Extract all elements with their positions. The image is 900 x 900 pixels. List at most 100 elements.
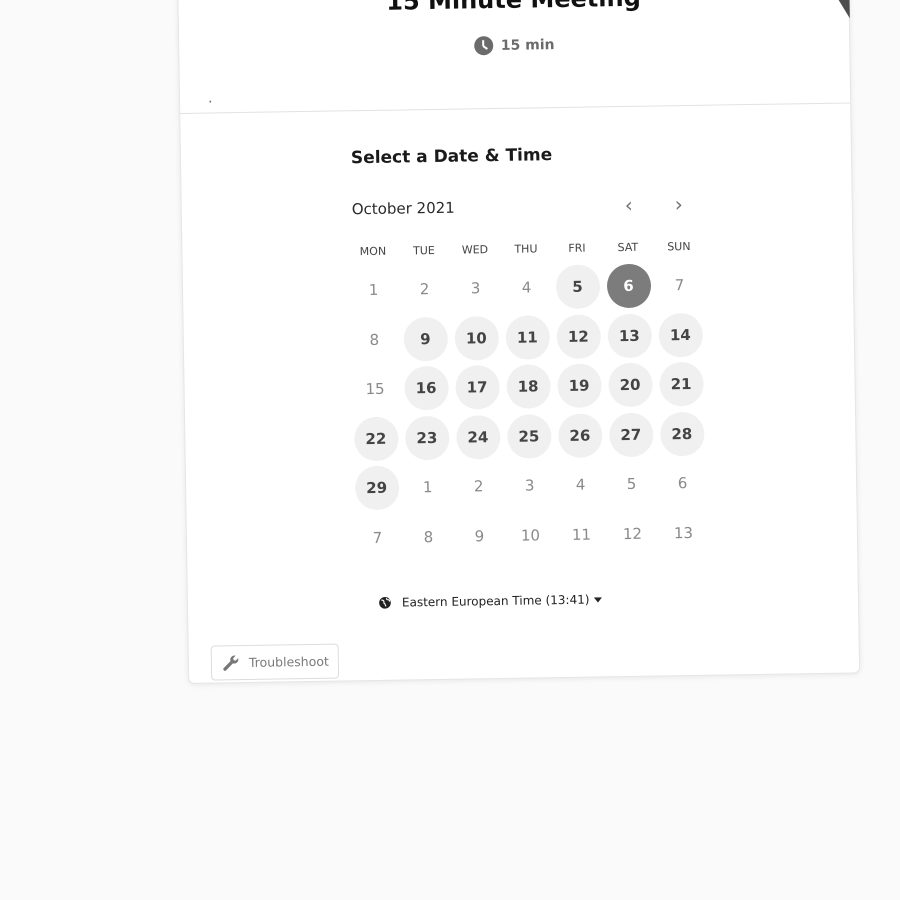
available-day-button[interactable]: 21 [658, 361, 704, 407]
calendar-cell: 17 [451, 364, 503, 415]
available-day-button[interactable]: 9 [402, 316, 448, 361]
available-day-button[interactable]: 26 [557, 412, 603, 458]
calendar-cell: 6 [603, 263, 655, 314]
troubleshoot-label: Troubleshoot [248, 653, 329, 670]
calendar-cell: 22 [350, 416, 402, 466]
available-day-button[interactable]: 18 [505, 364, 551, 409]
troubleshoot-button[interactable]: Troubleshoot [210, 643, 340, 681]
available-day-button[interactable]: 20 [607, 362, 653, 408]
available-day-button[interactable]: 12 [555, 313, 601, 359]
weekday-tue: TUE [412, 243, 435, 258]
unavailable-day: 5 [626, 474, 637, 493]
weekday-sun: SUN [667, 239, 691, 254]
timezone-selector[interactable]: Eastern European Time (13:41) [378, 592, 602, 610]
booking-card: 15 Minute Meeting 15 min . Select a Date… [177, 0, 861, 684]
unavailable-day: 3 [470, 279, 481, 298]
calendar-cell: 3 [450, 266, 502, 316]
available-day-button[interactable]: 11 [504, 314, 550, 360]
available-day-button[interactable]: 10 [453, 315, 499, 361]
unavailable-day: 7 [372, 528, 383, 547]
unavailable-day: 11 [571, 525, 592, 544]
available-day-button[interactable]: 25 [506, 413, 552, 459]
globe-icon [379, 596, 391, 609]
wrench-icon [223, 655, 239, 671]
unavailable-day: 15 [365, 379, 385, 399]
calendar-cell: 15 [349, 367, 401, 417]
unavailable-day: 6 [677, 474, 688, 493]
divider [180, 102, 851, 114]
calendar-cell: 13 [603, 313, 655, 363]
calendar-cell: 18 [502, 364, 554, 414]
calendar-cell: 9 [399, 316, 451, 366]
calendar-cell: 3 [504, 463, 556, 513]
weekday-mon: MON [359, 244, 387, 259]
calendar-cell: 20 [604, 362, 656, 413]
calendar-cell: 9 [454, 513, 506, 563]
calendar-cell: 29 [351, 465, 403, 516]
weekday-header: MON TUE WED THU FRI SAT SUN [347, 240, 704, 259]
unavailable-day: 2 [473, 477, 484, 496]
available-day-button[interactable]: 14 [657, 312, 703, 357]
unavailable-day: 8 [369, 330, 380, 349]
calendar-cell: 16 [400, 365, 452, 416]
calendar-cell: 19 [553, 363, 605, 413]
calendar-cell: 27 [605, 412, 657, 462]
chevron-left-icon[interactable]: ‹ [616, 192, 642, 218]
calendar-cell: 4 [555, 462, 607, 512]
weekday-sat: SAT [617, 240, 639, 255]
unavailable-day: 7 [674, 276, 685, 295]
unavailable-day: 3 [524, 476, 535, 495]
calendar-cell: 2 [399, 267, 451, 317]
calendar-cell: 5 [552, 264, 604, 314]
selected-day-button[interactable]: 6 [606, 263, 651, 309]
available-day-button[interactable]: 24 [455, 414, 501, 460]
calendar-cell: 12 [607, 511, 659, 561]
calendar-cell: 23 [401, 415, 453, 465]
calendar-cell: 11 [501, 314, 553, 365]
clock-icon [473, 36, 494, 56]
chevron-right-icon[interactable]: › [666, 191, 692, 217]
calendar-cell: 8 [348, 317, 400, 367]
unavailable-day: 4 [521, 278, 532, 297]
event-duration: 15 min [179, 30, 849, 60]
unavailable-day: 2 [419, 280, 430, 299]
calendar-grid: 1 2 3 4 5 6 7 8 9 10 11 12 13 14 15 16 17 18 19 20 21 22 23 24 2… [348, 263, 710, 566]
weekday-thu: THU [514, 242, 538, 256]
available-day-button[interactable]: 22 [353, 416, 399, 461]
caret-down-icon [593, 597, 602, 603]
available-day-button[interactable]: 23 [404, 415, 450, 460]
unavailable-day: 9 [474, 526, 485, 545]
calendar-cell: 7 [654, 263, 706, 313]
weekday-wed: WED [461, 243, 489, 257]
available-day-button[interactable]: 19 [556, 363, 602, 409]
available-day-button[interactable]: 27 [608, 412, 654, 457]
calendar-cell: 14 [654, 312, 706, 362]
unavailable-day: 8 [423, 527, 434, 546]
calendar-cell: 11 [556, 512, 608, 562]
available-day-button[interactable]: 16 [403, 365, 449, 411]
available-day-button[interactable]: 13 [606, 313, 652, 358]
calendar-cell: 12 [552, 313, 604, 364]
unavailable-day: 4 [575, 475, 586, 494]
event-title: 15 Minute Meeting [178, 0, 848, 19]
timezone-label: Eastern European Time (13:41) [402, 592, 602, 610]
available-day-button[interactable]: 29 [354, 465, 400, 511]
calendar-cell: 21 [655, 361, 707, 412]
unavailable-day: 1 [368, 280, 379, 300]
event-description: . [207, 90, 213, 107]
calendar-cell: 6 [657, 461, 709, 511]
available-day-button[interactable]: 5 [555, 264, 600, 310]
calendar-cell: 2 [453, 464, 505, 514]
calendar-cell: 8 [403, 514, 455, 564]
unavailable-day: 13 [673, 523, 694, 542]
duration-label: 15 min [500, 36, 555, 54]
calendar-cell: 1 [402, 465, 454, 515]
calendar-cell: 4 [501, 265, 553, 315]
weekday-fri: FRI [568, 241, 586, 255]
unavailable-day: 1 [422, 478, 433, 497]
unavailable-day: 10 [520, 525, 541, 545]
calendar-cell: 24 [452, 414, 504, 464]
available-day-button[interactable]: 28 [659, 411, 705, 456]
available-day-button[interactable]: 17 [454, 364, 500, 410]
month-navigation: October 2021 ‹ › [352, 192, 692, 222]
